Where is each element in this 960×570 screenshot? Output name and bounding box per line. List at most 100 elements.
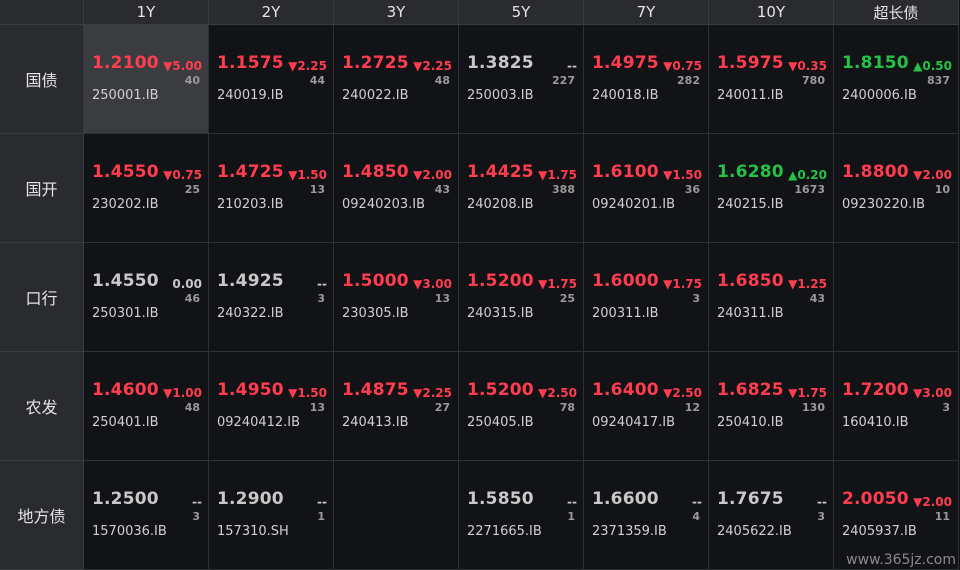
change-value: ▼0.35 (788, 59, 827, 73)
quote-cell[interactable]: 1.7200 ▼3.00 3 160410.IB (834, 352, 959, 461)
bond-code: 2400006.IB (842, 88, 917, 103)
row-label-adbc[interactable]: 农发 (0, 352, 84, 461)
quote-cell[interactable]: 1.5975 ▼0.35 780 240011.IB (709, 25, 834, 134)
change-value: ▼1.25 (788, 277, 827, 291)
quote-cell[interactable]: 1.6100 ▼1.50 36 09240201.IB (584, 134, 709, 243)
quote-cell[interactable]: 1.4425 ▼1.75 388 240208.IB (459, 134, 584, 243)
row-label-exim[interactable]: 口行 (0, 243, 84, 352)
change-value: ▼0.75 (163, 168, 202, 182)
trade-count: 1 (317, 510, 325, 523)
quote-cell[interactable]: 1.4725 ▼1.50 13 210203.IB (209, 134, 334, 243)
trade-count: 3 (942, 401, 950, 414)
yield-value: 1.6850 (717, 271, 784, 291)
quote-cell[interactable]: 1.6280 ▲0.20 1673 240215.IB (709, 134, 834, 243)
empty-quote-cell (834, 243, 959, 352)
quote-cell[interactable]: 1.6825 ▼1.75 130 250410.IB (709, 352, 834, 461)
change-value: -- (692, 495, 702, 509)
bond-code: 2371359.IB (592, 524, 667, 539)
change-value: ▼2.50 (538, 386, 577, 400)
quote-cell[interactable]: 1.4550 ▼0.75 25 230202.IB (84, 134, 209, 243)
change-value: ▼5.00 (163, 59, 202, 73)
quote-cell[interactable]: 1.2100 ▼5.00 40 250001.IB (84, 25, 209, 134)
bond-code: 240215.IB (717, 197, 784, 212)
trade-count: 44 (309, 74, 325, 87)
change-value: ▼1.75 (538, 277, 577, 291)
quote-cell[interactable]: 1.7675 -- 3 2405622.IB (709, 461, 834, 570)
quote-cell[interactable]: 1.4875 ▼2.25 27 240413.IB (334, 352, 459, 461)
yield-value: 1.4950 (217, 380, 284, 400)
column-header-7y[interactable]: 7Y (584, 0, 709, 25)
quote-cell[interactable]: 1.6850 ▼1.25 43 240311.IB (709, 243, 834, 352)
quote-cell[interactable]: 1.2900 -- 1 157310.SH (209, 461, 334, 570)
quote-cell[interactable]: 1.1575 ▼2.25 44 240019.IB (209, 25, 334, 134)
trade-count: 1673 (794, 183, 825, 196)
quote-cell[interactable]: 1.2725 ▼2.25 48 240022.IB (334, 25, 459, 134)
trade-count: 12 (684, 401, 700, 414)
quote-cell[interactable]: 1.4950 ▼1.50 13 09240412.IB (209, 352, 334, 461)
trade-count: 27 (434, 401, 450, 414)
row-label-cdb[interactable]: 国开 (0, 134, 84, 243)
row-label-local-gov[interactable]: 地方债 (0, 461, 84, 570)
yield-value: 1.2900 (217, 489, 284, 509)
column-header-1y[interactable]: 1Y (84, 0, 209, 25)
change-value: -- (567, 59, 577, 73)
trade-count: 3 (817, 510, 825, 523)
quote-cell[interactable]: 1.6000 ▼1.75 3 200311.IB (584, 243, 709, 352)
bond-code: 240315.IB (467, 306, 534, 321)
quote-cell[interactable]: 1.2500 -- 3 1570036.IB (84, 461, 209, 570)
quote-cell[interactable]: 1.3825 -- 227 250003.IB (459, 25, 584, 134)
bond-code: 240019.IB (217, 88, 284, 103)
quote-cell[interactable]: 1.5200 ▼1.75 25 240315.IB (459, 243, 584, 352)
trade-count: 11 (934, 510, 950, 523)
yield-value: 1.6600 (592, 489, 659, 509)
trade-count: 10 (934, 183, 950, 196)
quote-cell[interactable]: 1.4850 ▼2.00 43 09240203.IB (334, 134, 459, 243)
yield-value: 1.7675 (717, 489, 784, 509)
quote-cell[interactable]: 1.4550 0.00 46 250301.IB (84, 243, 209, 352)
change-value: ▲0.50 (913, 59, 952, 73)
column-header-3y[interactable]: 3Y (334, 0, 459, 25)
trade-count: 13 (309, 183, 325, 196)
row-label-treasury[interactable]: 国债 (0, 25, 84, 134)
quote-cell[interactable]: 1.5850 -- 1 2271665.IB (459, 461, 584, 570)
trade-count: 130 (802, 401, 825, 414)
change-value: ▼2.50 (663, 386, 702, 400)
trade-count: 3 (317, 292, 325, 305)
quote-cell[interactable]: 1.8800 ▼2.00 10 09230220.IB (834, 134, 959, 243)
bond-code: 240208.IB (467, 197, 534, 212)
trade-count: 43 (809, 292, 825, 305)
column-header-5y[interactable]: 5Y (459, 0, 584, 25)
trade-count: 48 (184, 401, 200, 414)
watermark-text: www.365jz.com (846, 552, 956, 568)
bond-code: 250301.IB (92, 306, 159, 321)
bond-code: 09240417.IB (592, 415, 676, 430)
yield-value: 1.2100 (92, 53, 159, 73)
trade-count: 3 (192, 510, 200, 523)
yield-value: 1.4975 (592, 53, 659, 73)
change-value: ▼2.25 (413, 59, 452, 73)
quote-cell[interactable]: 1.4925 -- 3 240322.IB (209, 243, 334, 352)
yield-value: 1.5975 (717, 53, 784, 73)
quote-cell[interactable]: 1.5000 ▼3.00 13 230305.IB (334, 243, 459, 352)
trade-count: 36 (684, 183, 700, 196)
column-header-ultra-long[interactable]: 超长债 (834, 0, 959, 25)
bond-code: 240311.IB (717, 306, 784, 321)
column-header-2y[interactable]: 2Y (209, 0, 334, 25)
quote-cell[interactable]: 1.8150 ▲0.50 837 2400006.IB (834, 25, 959, 134)
quote-cell[interactable]: 1.5200 ▼2.50 78 250405.IB (459, 352, 584, 461)
yield-value: 1.4925 (217, 271, 284, 291)
bond-code: 240413.IB (342, 415, 409, 430)
yield-value: 1.2500 (92, 489, 159, 509)
trade-count: 43 (434, 183, 450, 196)
bond-code: 240022.IB (342, 88, 409, 103)
trade-count: 388 (552, 183, 575, 196)
quote-cell[interactable]: 1.6400 ▼2.50 12 09240417.IB (584, 352, 709, 461)
change-value: ▼2.25 (413, 386, 452, 400)
quote-cell[interactable]: 1.6600 -- 4 2371359.IB (584, 461, 709, 570)
change-value: ▼1.50 (663, 168, 702, 182)
quote-cell[interactable]: 1.4600 ▼1.00 48 250401.IB (84, 352, 209, 461)
quote-cell[interactable]: 1.4975 ▼0.75 282 240018.IB (584, 25, 709, 134)
yield-value: 2.0050 (842, 489, 909, 509)
bond-code: 240011.IB (717, 88, 784, 103)
column-header-10y[interactable]: 10Y (709, 0, 834, 25)
